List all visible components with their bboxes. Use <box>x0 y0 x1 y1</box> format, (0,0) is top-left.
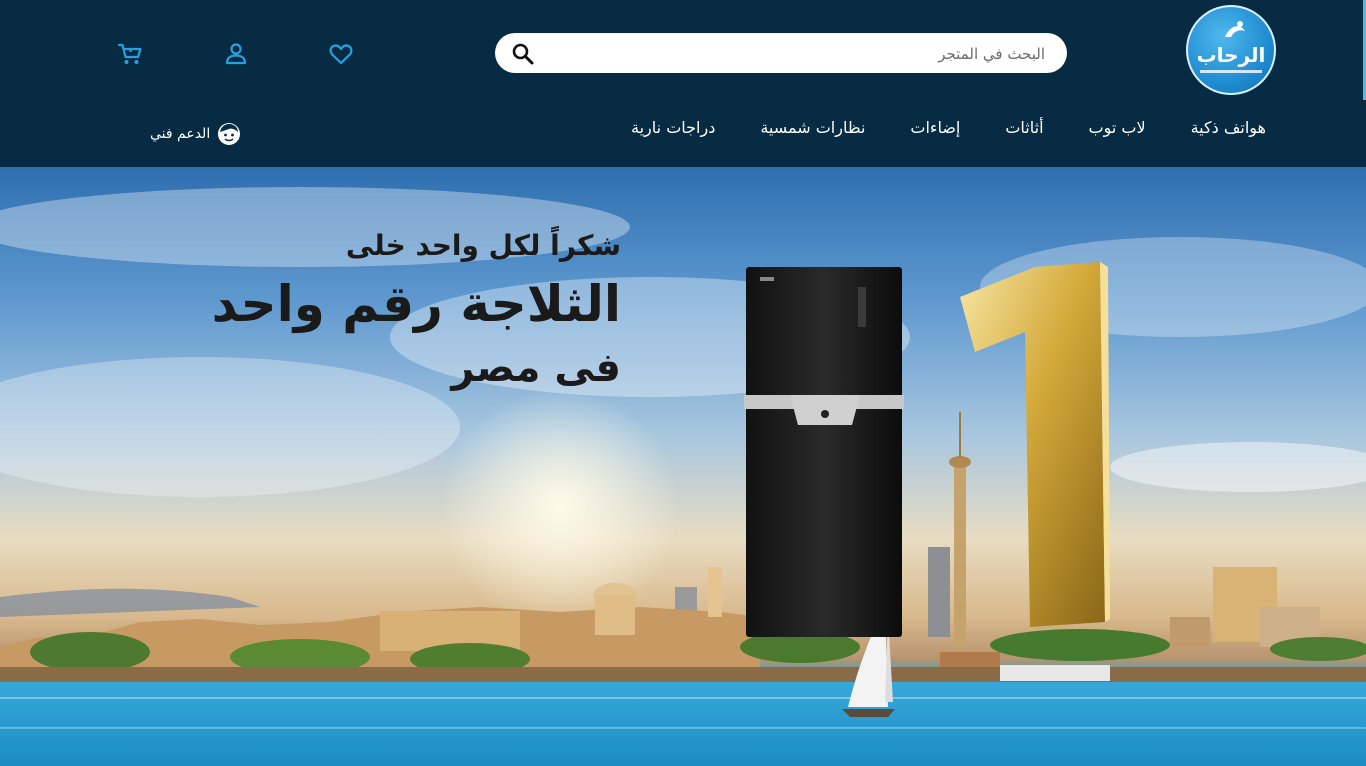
support-label: الدعم فني <box>150 126 211 142</box>
logo-mark-icon <box>1225 21 1245 37</box>
logo-text: الرحاب <box>1196 43 1266 67</box>
hero-banner[interactable]: شكراً لكل واحد خلى الثلاجة رقم واحد فى م… <box>0 167 1366 766</box>
heart-icon <box>329 44 353 65</box>
wishlist-button[interactable] <box>327 40 355 68</box>
site-header: الرحاب هواتف ذكية لاب توب أثاثات إضا <box>0 0 1366 167</box>
logo-underline <box>1200 70 1262 73</box>
support-link[interactable]: الدعم فني <box>150 122 242 146</box>
hero-heading-line-3: فى مصر <box>451 345 621 391</box>
site-logo[interactable]: الرحاب <box>1186 5 1276 95</box>
nav-item-motorcycles[interactable]: دراجات نارية <box>631 115 715 141</box>
nav-item-lighting[interactable]: إضاءات <box>910 115 960 141</box>
search-input[interactable] <box>545 39 1047 69</box>
cart-button[interactable] <box>116 40 144 68</box>
search-icon[interactable] <box>511 42 535 66</box>
hero-heading-line-2: الثلاجة رقم واحد <box>211 275 621 333</box>
account-button[interactable] <box>222 40 250 68</box>
hero-illustration <box>0 187 1366 766</box>
nav-item-laptops[interactable]: لاب توب <box>1089 115 1146 141</box>
support-face-icon <box>218 123 241 145</box>
main-nav: هواتف ذكية لاب توب أثاثات إضاءات نظارات … <box>631 115 1266 141</box>
hero-heading-line-1: شكراً لكل واحد خلى <box>345 229 621 262</box>
nav-item-furniture[interactable]: أثاثات <box>1005 115 1043 141</box>
search-bar <box>495 33 1067 73</box>
nav-item-sunglasses[interactable]: نظارات شمسية <box>760 115 865 141</box>
user-icon <box>225 43 247 65</box>
cart-icon <box>117 43 142 64</box>
nav-item-smartphones[interactable]: هواتف ذكية <box>1191 115 1266 141</box>
